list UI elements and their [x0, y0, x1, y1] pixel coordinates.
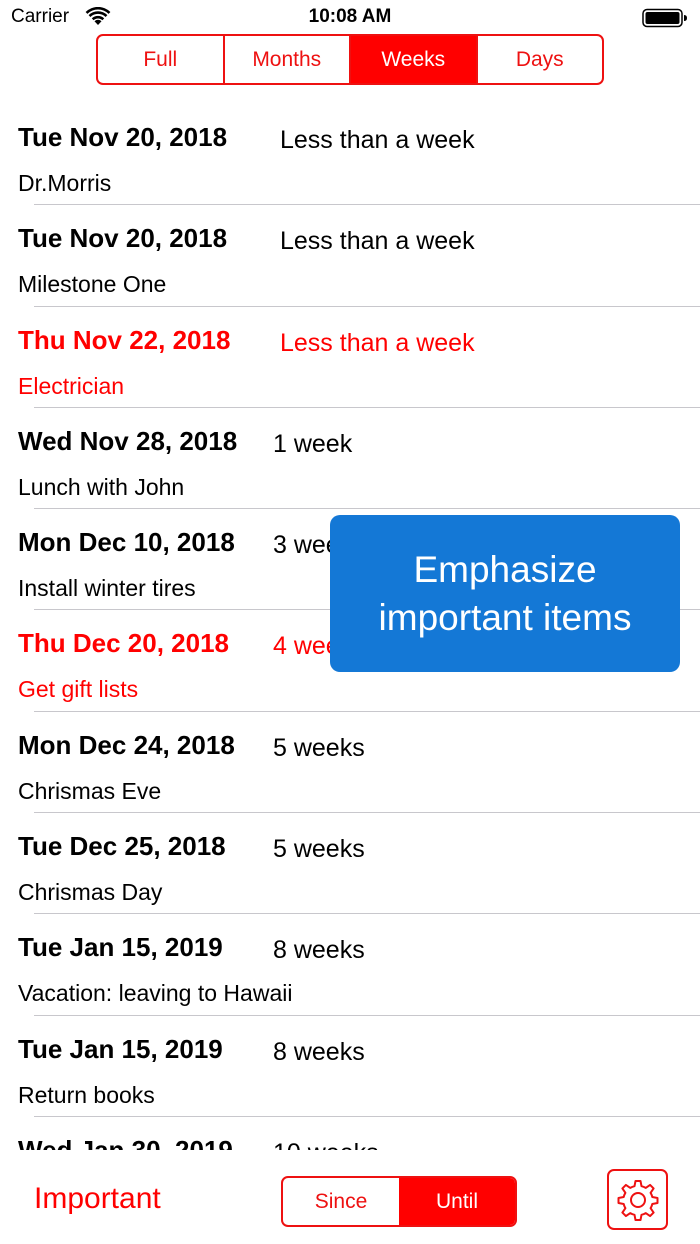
list-item[interactable]: Tue Jan 15, 2019 8 weeks Vacation: leavi… [0, 914, 700, 1016]
tip-callout: Emphasize important items [330, 515, 680, 672]
since-until-segmented-control: Since Until [281, 1176, 517, 1227]
segment-weeks[interactable]: Weeks [351, 36, 478, 83]
event-duration: Less than a week [280, 126, 475, 154]
important-button[interactable]: Important [34, 1182, 161, 1216]
event-title: Get gift lists [18, 676, 139, 703]
event-date: Tue Jan 15, 2019 [18, 1033, 223, 1064]
settings-button[interactable] [607, 1169, 668, 1230]
list-item[interactable]: Wed Jan 30, 2019 10 weeks [0, 1117, 700, 1150]
battery-icon [642, 8, 687, 28]
list-item[interactable]: Tue Nov 20, 2018 Less than a week Dr.Mor… [0, 104, 700, 206]
event-title: Chrismas Day [18, 879, 163, 906]
bottom-toolbar: Important Since Until [0, 1150, 700, 1244]
event-duration: 1 week [273, 429, 353, 458]
display-mode-segmented-control: Full Months Weeks Days [96, 34, 604, 85]
event-duration: Less than a week [280, 227, 475, 256]
list-item[interactable]: Tue Jan 15, 2019 8 weeks Return books [0, 1016, 700, 1117]
event-title: Return books [18, 1081, 155, 1108]
status-time: 10:08 AM [308, 6, 392, 27]
callout-line-1: Emphasize [413, 548, 597, 590]
event-title: Lunch with John [18, 473, 185, 500]
list-item[interactable]: Tue Dec 25, 2018 5 weeks Chrismas Day [0, 813, 700, 915]
event-duration: 5 weeks [273, 835, 365, 864]
event-title: Dr.Morris [18, 170, 112, 196]
list-item[interactable]: Wed Nov 28, 2018 1 week Lunch with John [0, 408, 700, 510]
event-title: Install winter tires [18, 575, 196, 602]
list-item[interactable]: Thu Nov 22, 2018 Less than a week Electr… [0, 307, 700, 408]
event-date: Wed Nov 28, 2018 [18, 425, 238, 456]
segment-full[interactable]: Full [98, 36, 225, 83]
status-bar: Carrier 10:08 AM [0, 0, 700, 36]
event-date: Wed Jan 30, 2019 [18, 1134, 233, 1150]
segment-since[interactable]: Since [283, 1178, 399, 1225]
list-item[interactable]: Mon Dec 24, 2018 5 weeks Chrismas Eve [0, 712, 700, 814]
event-date: Tue Jan 15, 2019 [18, 932, 223, 963]
event-date: Thu Nov 22, 2018 [18, 324, 231, 355]
event-date: Tue Nov 20, 2018 [18, 223, 228, 254]
event-duration: 5 weeks [273, 733, 365, 762]
segment-until[interactable]: Until [399, 1178, 515, 1225]
event-duration: 8 weeks [273, 1037, 365, 1066]
event-duration: Less than a week [280, 328, 475, 357]
event-title: Milestone One [18, 271, 167, 298]
event-date: Mon Dec 24, 2018 [18, 729, 235, 760]
segment-days[interactable]: Days [478, 36, 603, 83]
event-title: Chrismas Eve [18, 777, 162, 804]
event-date: Tue Nov 20, 2018 [18, 122, 228, 152]
event-date: Mon Dec 10, 2018 [18, 527, 235, 558]
event-title: Vacation: leaving to Hawaii [18, 980, 293, 1007]
event-date: Thu Dec 20, 2018 [18, 628, 229, 659]
event-title: Electrician [18, 372, 125, 399]
event-date: Tue Dec 25, 2018 [18, 831, 226, 862]
event-duration: 8 weeks [273, 936, 365, 965]
list-item[interactable]: Tue Nov 20, 2018 Less than a week Milest… [0, 205, 700, 307]
segment-months[interactable]: Months [225, 36, 351, 83]
gear-icon [617, 1179, 658, 1221]
callout-line-2: important items [378, 596, 632, 638]
event-duration: 10 weeks [273, 1139, 379, 1150]
